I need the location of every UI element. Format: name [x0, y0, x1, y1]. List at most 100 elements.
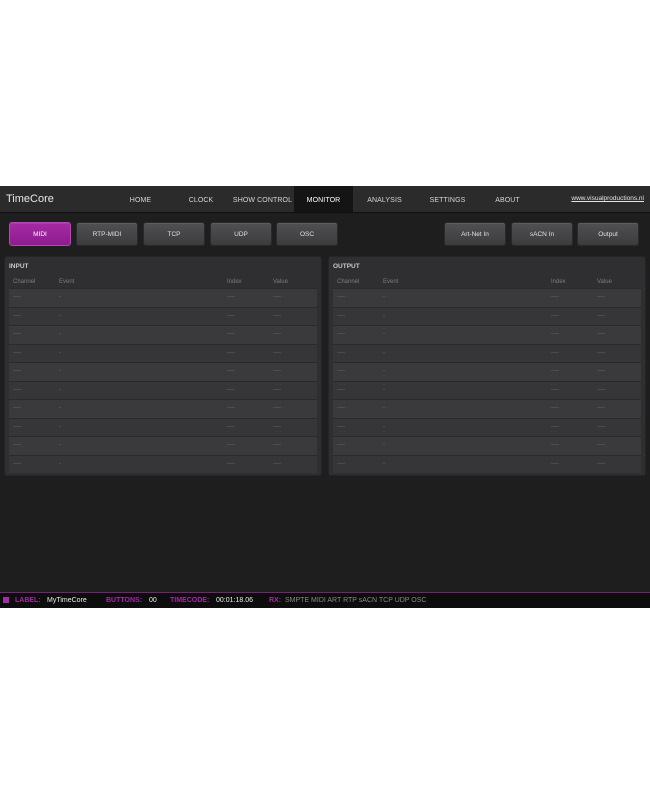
nav-settings[interactable]: SETTINGS: [416, 186, 479, 212]
table-row: ---- - ---- ----: [333, 417, 641, 436]
index-cell: ----: [551, 405, 559, 411]
channel-cell: ----: [337, 294, 345, 300]
channel-cell: ----: [337, 312, 345, 319]
output-panel: OUTPUT Channel Event Index Value ---- - --…: [328, 256, 646, 476]
channel-cell: ----: [13, 386, 21, 393]
index-cell: ----: [551, 423, 559, 430]
osc-button[interactable]: OSC: [276, 222, 338, 246]
value-cell: ----: [597, 405, 605, 411]
index-cell: ----: [227, 423, 235, 430]
column-header-channel: Channel: [13, 279, 36, 285]
label-value: MyTimeCore: [47, 597, 87, 604]
art-net-in-button[interactable]: Art-Net In: [444, 222, 506, 246]
event-cell: -: [383, 312, 385, 319]
sacn-in-button[interactable]: sACN In: [511, 222, 573, 246]
table-row: ---- - ---- ----: [9, 288, 317, 307]
udp-button[interactable]: UDP: [210, 222, 272, 246]
event-cell: -: [59, 331, 61, 337]
column-header-event: Event: [59, 279, 75, 285]
table-row: ---- - ---- ----: [333, 362, 641, 381]
column-header-channel: Channel: [337, 279, 360, 285]
event-cell: -: [59, 423, 61, 430]
index-cell: ----: [227, 349, 235, 356]
output-button[interactable]: Output: [577, 222, 639, 246]
website-link[interactable]: www.visualproductions.nl: [571, 195, 644, 202]
index-cell: ----: [227, 368, 235, 374]
value-cell: ----: [597, 312, 605, 319]
event-cell: -: [383, 331, 385, 337]
timecode-key: TIMECODE:: [170, 597, 210, 604]
index-cell: ----: [551, 442, 559, 448]
output-rows: ---- - ---- ---- ---- - ---- ---- ---- - ---- ---…: [333, 288, 641, 473]
panel-title: OUTPUT: [333, 263, 360, 270]
rx-key: RX:: [269, 597, 282, 604]
table-row: ---- - ---- ----: [333, 343, 641, 362]
event-cell: -: [383, 368, 385, 374]
table-row: ---- - ---- ----: [333, 454, 641, 473]
channel-cell: ----: [337, 386, 345, 393]
table-row: ---- - ---- ----: [333, 325, 641, 344]
rtp-midi-button[interactable]: RTP-MIDI: [76, 222, 138, 246]
channel-cell: ----: [13, 460, 21, 467]
value-cell: ----: [597, 331, 605, 337]
index-cell: ----: [227, 460, 235, 467]
main-nav: HOME CLOCK SHOW CONTROL MONITOR ANALYSIS…: [110, 186, 536, 212]
table-row: ---- - ---- ----: [9, 306, 317, 325]
channel-cell: ----: [337, 331, 345, 337]
index-cell: ----: [227, 405, 235, 411]
channel-cell: ----: [13, 423, 21, 430]
index-cell: ----: [551, 349, 559, 356]
midi-button[interactable]: MIDI: [9, 222, 71, 246]
input-panel: INPUT Channel Event Index Value ---- - ---…: [4, 256, 322, 476]
nav-analysis[interactable]: ANALYSIS: [353, 186, 416, 212]
app-title: TimeCore: [6, 193, 54, 205]
table-row: ---- - ---- ----: [9, 399, 317, 418]
table-row: ---- - ---- ----: [333, 380, 641, 399]
channel-cell: ----: [337, 405, 345, 411]
channel-cell: ----: [13, 368, 21, 374]
nav-home[interactable]: HOME: [110, 186, 171, 212]
index-cell: ----: [551, 386, 559, 393]
table-row: ---- - ---- ----: [333, 399, 641, 418]
timecode-value: 00:01:18.06: [216, 597, 253, 604]
nav-monitor[interactable]: MONITOR: [294, 186, 353, 212]
channel-cell: ----: [13, 405, 21, 411]
nav-clock[interactable]: CLOCK: [171, 186, 231, 212]
value-cell: ----: [273, 368, 281, 374]
nav-about[interactable]: ABOUT: [479, 186, 536, 212]
event-cell: -: [59, 349, 61, 356]
value-cell: ----: [597, 442, 605, 448]
index-cell: ----: [227, 312, 235, 319]
table-row: ---- - ---- ----: [9, 362, 317, 381]
nav-show-control[interactable]: SHOW CONTROL: [231, 186, 294, 212]
table-row: ---- - ---- ----: [9, 380, 317, 399]
buttons-key: BUTTONS:: [106, 597, 143, 604]
column-header-value: Value: [597, 279, 612, 285]
table-row: ---- - ---- ----: [9, 454, 317, 473]
event-cell: -: [59, 405, 61, 411]
value-cell: ----: [273, 405, 281, 411]
index-cell: ----: [227, 331, 235, 337]
event-cell: -: [383, 442, 385, 448]
status-indicator-icon: [3, 597, 9, 603]
timecore-app: TimeCore HOME CLOCK SHOW CONTROL MONITOR…: [0, 186, 650, 608]
top-nav-bar: TimeCore HOME CLOCK SHOW CONTROL MONITOR…: [0, 186, 650, 213]
channel-cell: ----: [337, 423, 345, 430]
index-cell: ----: [551, 368, 559, 374]
event-cell: -: [383, 349, 385, 356]
value-cell: ----: [273, 294, 281, 300]
event-cell: -: [59, 312, 61, 319]
tcp-button[interactable]: TCP: [143, 222, 205, 246]
value-cell: ----: [273, 460, 281, 467]
index-cell: ----: [227, 442, 235, 448]
channel-cell: ----: [13, 312, 21, 319]
column-header-index: Index: [551, 279, 566, 285]
value-cell: ----: [273, 349, 281, 356]
index-cell: ----: [551, 331, 559, 337]
channel-cell: ----: [337, 460, 345, 467]
table-row: ---- - ---- ----: [333, 436, 641, 455]
value-cell: ----: [597, 294, 605, 300]
table-row: ---- - ---- ----: [9, 325, 317, 344]
panel-title: INPUT: [9, 263, 29, 270]
value-cell: ----: [273, 312, 281, 319]
